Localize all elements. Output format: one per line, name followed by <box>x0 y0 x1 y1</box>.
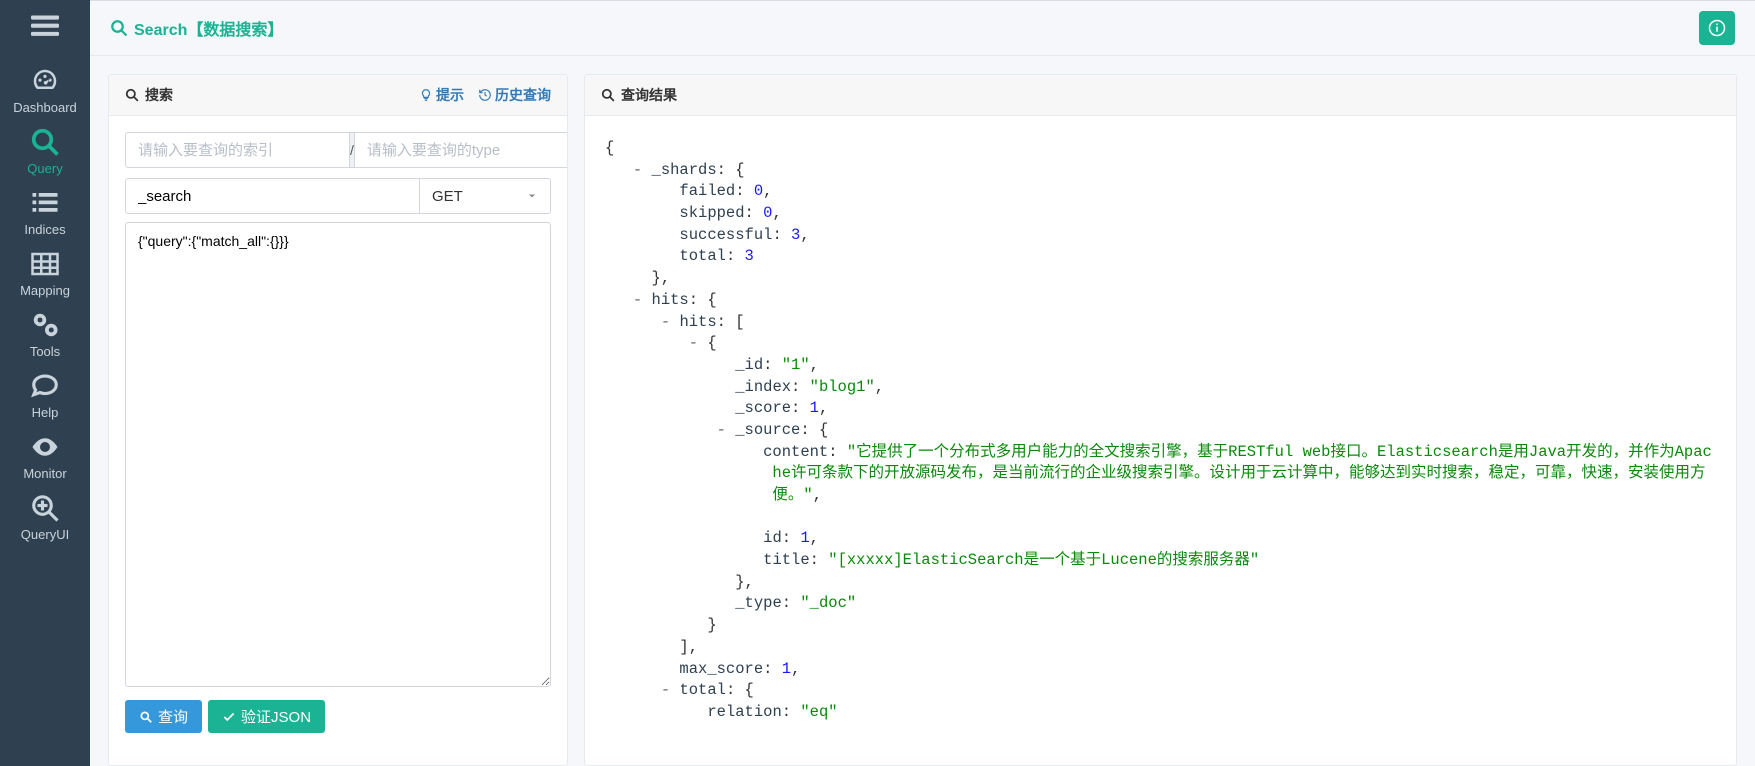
sidebar-item-query[interactable]: Query <box>0 120 90 181</box>
table-icon <box>0 249 90 282</box>
sidebar-item-tools[interactable]: Tools <box>0 303 90 364</box>
result-panel-title: 查询结果 <box>621 85 677 105</box>
page-title: Search【数据搜索】 <box>110 16 283 40</box>
chevron-down-icon <box>526 190 538 202</box>
eye-icon <box>0 432 90 465</box>
type-input[interactable] <box>354 132 567 168</box>
search-panel: 搜索 提示 历史查询 <box>108 74 568 766</box>
index-input[interactable] <box>125 132 350 168</box>
json-result-viewer[interactable]: { - _shards: { failed: 0, skipped: 0, su… <box>601 132 1720 730</box>
gears-icon <box>0 310 90 343</box>
sidebar-item-mapping[interactable]: Mapping <box>0 242 90 303</box>
search-icon <box>0 127 90 160</box>
query-button[interactable]: 查询 <box>125 700 202 733</box>
menu-toggle-icon[interactable] <box>27 12 63 43</box>
history-link[interactable]: 历史查询 <box>478 85 551 105</box>
result-panel: 查询结果 { - _shards: { failed: 0, skipped: … <box>584 74 1737 766</box>
endpoint-input[interactable] <box>125 178 419 214</box>
zoom-in-icon <box>0 493 90 526</box>
sidebar-item-monitor[interactable]: Monitor <box>0 425 90 486</box>
sidebar-item-queryui[interactable]: QueryUI <box>0 486 90 547</box>
sidebar-item-indices[interactable]: Indices <box>0 181 90 242</box>
search-panel-title: 搜索 <box>145 85 173 105</box>
sidebar-item-dashboard[interactable]: Dashboard <box>0 59 90 120</box>
info-button[interactable] <box>1699 11 1735 45</box>
chat-icon <box>0 371 90 404</box>
list-icon <box>0 188 90 221</box>
topbar: Search【数据搜索】 <box>90 0 1755 56</box>
dashboard-icon <box>0 66 90 99</box>
tips-link[interactable]: 提示 <box>419 85 464 105</box>
sidebar-item-help[interactable]: Help <box>0 364 90 425</box>
request-body-textarea[interactable] <box>125 222 551 687</box>
sidebar: Dashboard Query Indices Mapping Tools He… <box>0 0 90 766</box>
method-select[interactable]: GET <box>419 178 551 214</box>
validate-json-button[interactable]: 验证JSON <box>208 700 325 733</box>
